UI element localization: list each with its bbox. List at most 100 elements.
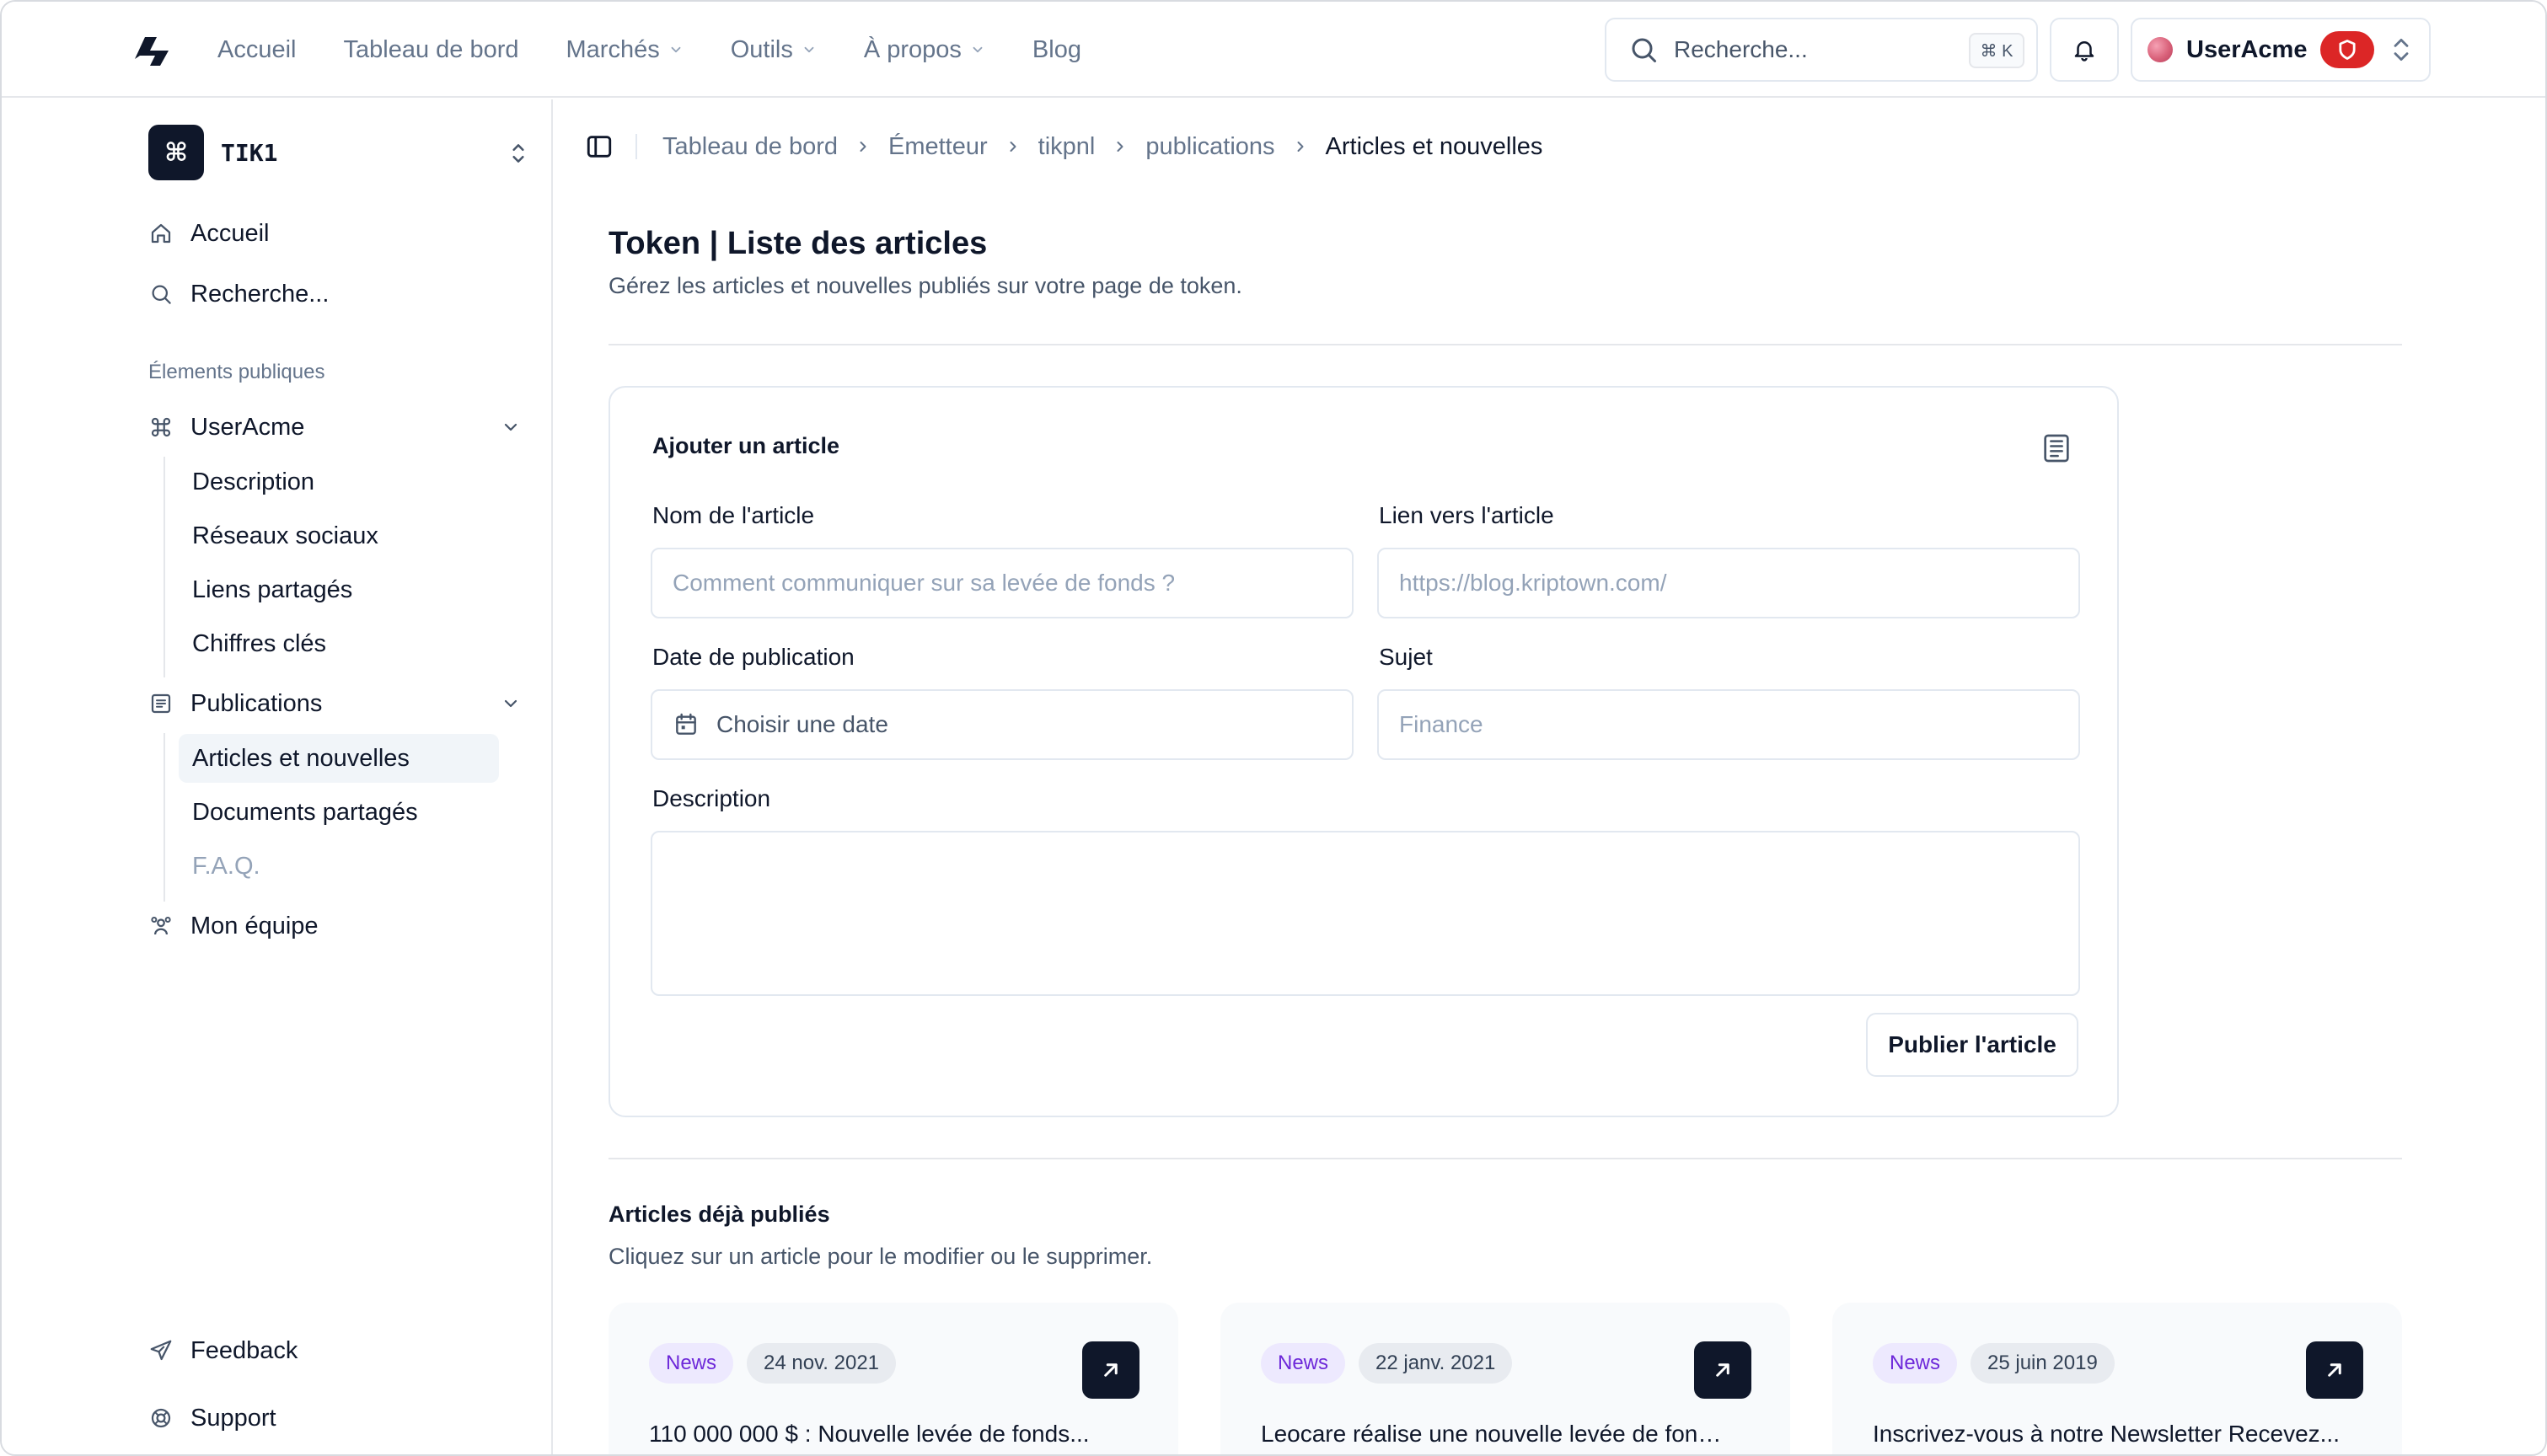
- logo-icon[interactable]: [131, 34, 174, 67]
- shield-icon: [2339, 40, 2357, 60]
- nav-link-tools[interactable]: Outils: [731, 36, 817, 64]
- article-title: Leocare réalise une nouvelle levée de fo…: [1261, 1421, 1733, 1447]
- sidebar-item-key-figures[interactable]: Chiffres clés: [192, 622, 326, 666]
- article-card[interactable]: News 22 janv. 2021 Leocare réalise une n…: [1220, 1303, 1790, 1454]
- subject-label: Sujet: [1379, 644, 1433, 670]
- sidebar-item-faq[interactable]: F.A.Q.: [192, 844, 260, 888]
- calendar-icon: [676, 713, 696, 735]
- notifications-button[interactable]: [2050, 18, 2119, 82]
- chevron-right-icon: [1010, 142, 1016, 152]
- article-icon: [2044, 434, 2069, 463]
- breadcrumb-item[interactable]: Émetteur: [888, 133, 988, 161]
- breadcrumb-item[interactable]: publications: [1145, 133, 1274, 161]
- app-window: Accueil Tableau de bord Marchés Outils À…: [0, 0, 2547, 1456]
- divider: [609, 344, 2402, 345]
- nav-link-label: Tableau de bord: [343, 35, 519, 63]
- search-icon: [1632, 38, 1656, 62]
- chevron-down-icon[interactable]: [501, 417, 521, 437]
- home-icon: [151, 223, 171, 244]
- sidebar-item-description[interactable]: Description: [192, 460, 314, 504]
- add-article-card: Ajouter un article Nom de l'article Comm…: [609, 386, 2119, 1117]
- search-placeholder: Recherche...: [1674, 36, 1808, 62]
- sidebar-item-label: UserAcme: [190, 413, 305, 441]
- article-card[interactable]: News 24 nov. 2021 110 000 000 $ : Nouvel…: [609, 1303, 1178, 1454]
- open-article-button[interactable]: [1694, 1341, 1751, 1399]
- article-tag-badge: News: [649, 1343, 734, 1384]
- sidebar-toggle-icon[interactable]: [585, 132, 614, 161]
- main-menu: Accueil Tableau de bord Marchés Outils À…: [217, 2, 1129, 98]
- published-section-subtitle: Cliquez sur un article pour le modifier …: [609, 1244, 1153, 1269]
- nav-link-label: Marchés: [566, 35, 660, 63]
- sidebar-group-useracme[interactable]: UserAcme: [148, 406, 304, 448]
- chevron-down-icon: [804, 46, 814, 53]
- nav-link-label: Accueil: [217, 35, 297, 63]
- article-badges: News 22 janv. 2021: [1261, 1343, 1513, 1384]
- breadcrumb-item[interactable]: Tableau de bord: [662, 133, 838, 161]
- arrow-up-right-icon: [2328, 1363, 2341, 1377]
- sidebar-item-shared-documents[interactable]: Documents partagés: [192, 790, 418, 834]
- arrow-up-right-icon: [1716, 1363, 1729, 1377]
- subject-placeholder: Finance: [1399, 711, 1483, 737]
- publish-article-button[interactable]: Publier l'article: [1866, 1013, 2078, 1077]
- sidebar-item-search[interactable]: Recherche...: [148, 273, 329, 315]
- tree-line: [164, 733, 165, 902]
- security-badge: [2320, 31, 2375, 68]
- article-link-input[interactable]: https://blog.kriptown.com/: [1377, 548, 2080, 618]
- user-menu-button[interactable]: UserAcme: [2131, 18, 2431, 82]
- bell-icon: [2074, 41, 2094, 62]
- article-title: Inscrivez-vous à notre Newsletter Receve…: [1873, 1421, 2340, 1447]
- open-article-button[interactable]: [1082, 1341, 1139, 1399]
- sidebar-item-home[interactable]: Accueil: [148, 212, 270, 254]
- subject-input[interactable]: Finance: [1377, 689, 2080, 760]
- nav-link-blog[interactable]: Blog: [1032, 36, 1081, 64]
- article-name-input[interactable]: Comment communiquer sur sa levée de fond…: [651, 548, 1354, 618]
- sidebar-item-label: Recherche...: [190, 280, 330, 308]
- team-icon: [151, 917, 171, 935]
- search-shortcut: ⌘ K: [1969, 33, 2024, 68]
- breadcrumb-current: Articles et nouvelles: [1325, 132, 1543, 160]
- sidebar-item-articles[interactable]: Articles et nouvelles: [179, 734, 499, 783]
- nav-link-label: Blog: [1032, 35, 1081, 63]
- project-switcher[interactable]: ⌘ TIK1: [148, 125, 529, 180]
- chevron-right-icon: [1297, 142, 1304, 152]
- sidebar-group-publications[interactable]: Publications: [148, 682, 322, 725]
- nav-link-markets[interactable]: Marchés: [566, 36, 684, 64]
- article-link-placeholder: https://blog.kriptown.com/: [1399, 570, 1667, 596]
- article-tag-badge: News: [1873, 1343, 1958, 1384]
- article-link-label: Lien vers l'article: [1379, 502, 1554, 528]
- nav-link-dashboard[interactable]: Tableau de bord: [344, 36, 519, 64]
- command-icon: ⌘: [148, 125, 204, 180]
- description-textarea[interactable]: [651, 831, 2080, 996]
- chevron-right-icon: [1117, 142, 1123, 152]
- publication-date-picker[interactable]: Choisir une date: [651, 689, 1354, 760]
- chevron-right-icon: [860, 142, 866, 152]
- article-name-label: Nom de l'article: [652, 502, 815, 528]
- updown-chevron-icon: [2394, 38, 2409, 62]
- published-section-title: Articles déjà publiés: [609, 1202, 830, 1227]
- publication-date-placeholder: Choisir une date: [716, 711, 888, 737]
- sidebar-item-social-networks[interactable]: Réseaux sociaux: [192, 514, 378, 558]
- article-card[interactable]: News 25 juin 2019 Inscrivez-vous à notre…: [1832, 1303, 2402, 1454]
- nav-link-home[interactable]: Accueil: [217, 36, 297, 64]
- sidebar-item-support[interactable]: Support: [148, 1397, 276, 1439]
- open-article-button[interactable]: [2306, 1341, 2363, 1399]
- search-input[interactable]: Recherche... ⌘ K: [1605, 18, 2038, 82]
- breadcrumb: Tableau de bord Émetteur tikpnl publicat…: [585, 130, 1542, 163]
- main-content: Tableau de bord Émetteur tikpnl publicat…: [555, 99, 2545, 1454]
- nav-link-label: À propos: [863, 35, 962, 63]
- sidebar-item-label: Support: [190, 1404, 276, 1432]
- article-date-badge: 24 nov. 2021: [747, 1343, 897, 1384]
- sidebar-item-team[interactable]: Mon équipe: [148, 905, 319, 947]
- nav-link-about[interactable]: À propos: [864, 36, 985, 64]
- article-badges: News 25 juin 2019: [1873, 1343, 2115, 1384]
- publications-icon: [151, 693, 171, 714]
- sidebar-item-feedback[interactable]: Feedback: [148, 1330, 298, 1372]
- chevron-down-icon[interactable]: [501, 693, 521, 714]
- sidebar-section-label: Élements publiques: [148, 361, 325, 383]
- updown-chevron-icon: [512, 144, 524, 163]
- article-title: 110 000 000 $ : Nouvelle levée de fonds.…: [649, 1421, 1090, 1447]
- user-name: UserAcme: [2186, 35, 2308, 63]
- breadcrumb-item[interactable]: tikpnl: [1038, 133, 1096, 161]
- sidebar-item-label: Publications: [190, 689, 323, 717]
- sidebar-item-shared-links[interactable]: Liens partagés: [192, 568, 352, 612]
